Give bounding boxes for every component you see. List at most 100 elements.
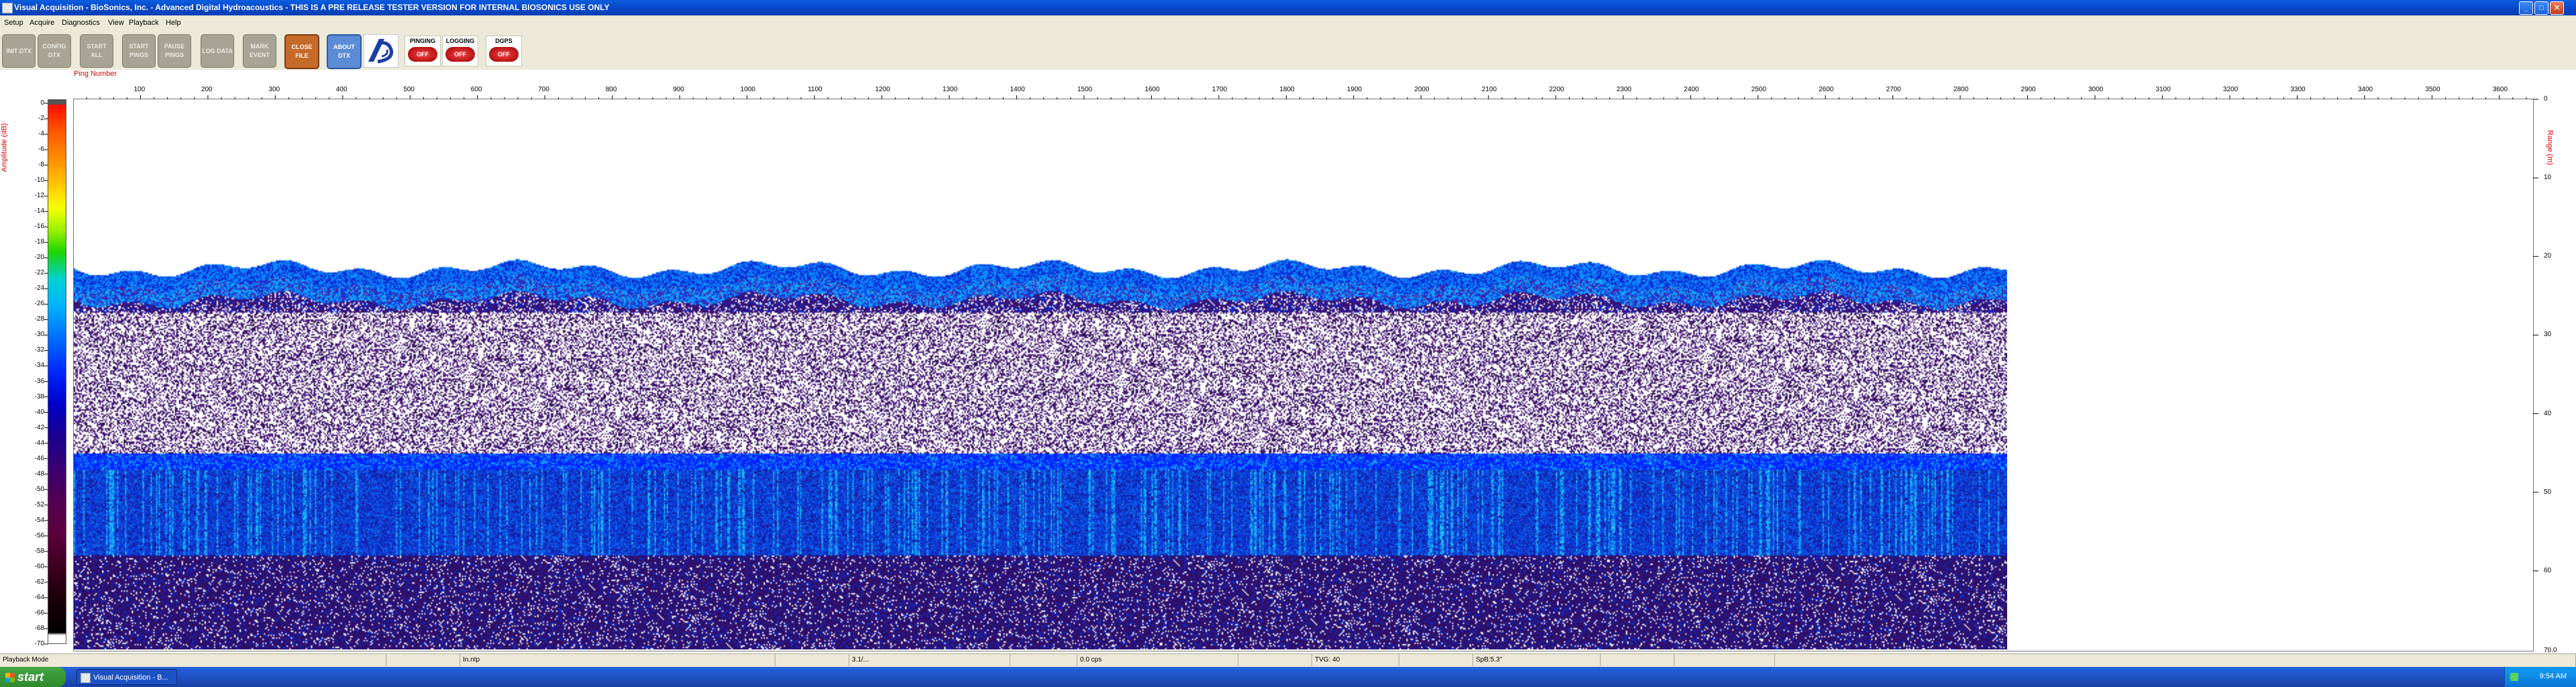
- minimize-icon: _: [2524, 4, 2528, 12]
- amplitude-tick-label: -42: [34, 423, 44, 431]
- echogram-panel: Ping Number Amplitude (dB) Range (m) 100…: [0, 70, 2576, 654]
- mark-event-button[interactable]: MARK EVENT: [243, 34, 276, 68]
- x-tick-label: 2700: [1886, 86, 1901, 93]
- x-tick-label: 1100: [808, 86, 822, 93]
- window-title: Visual Acquisition - BioSonics, Inc. - A…: [14, 3, 610, 12]
- close-button[interactable]: ✕: [2550, 1, 2564, 15]
- x-tick-label: 3100: [2155, 86, 2171, 93]
- x-tick-label: 3600: [2492, 86, 2508, 93]
- config-dtx-button[interactable]: CONFIG DTX: [38, 34, 71, 68]
- amplitude-tick-label: -14: [34, 207, 44, 215]
- x-axis-title: Ping Number: [74, 70, 117, 78]
- amplitude-tick-label: -58: [34, 547, 44, 555]
- dgps-indicator[interactable]: DGPS OFF: [486, 36, 522, 66]
- x-tick-label: 500: [403, 86, 415, 93]
- close-file-button[interactable]: CLOSE FILE: [284, 34, 319, 69]
- menu-diagnostics[interactable]: Diagnostics: [62, 19, 100, 27]
- pause-pings-button[interactable]: PAUSE PINGS: [158, 34, 191, 68]
- amplitude-tick-label: -68: [34, 624, 44, 632]
- amplitude-tick-label: -12: [34, 192, 44, 200]
- x-tick-label: 2800: [1953, 86, 1969, 93]
- echogram-canvas[interactable]: [74, 99, 2008, 649]
- colorbar-cap: [48, 99, 66, 105]
- x-tick-label: 1700: [1212, 86, 1228, 93]
- about-dtx-button[interactable]: ABOUT DTX: [327, 34, 362, 69]
- x-tick-label: 300: [268, 86, 280, 93]
- status-field: [1601, 654, 1674, 666]
- start-button[interactable]: start: [0, 667, 66, 687]
- x-tick-label: 2200: [1549, 86, 1564, 93]
- dgps-label: DGPS: [495, 38, 513, 44]
- windows-flag-icon: [5, 673, 15, 683]
- menu-help[interactable]: Help: [166, 19, 181, 27]
- status-field: [1010, 654, 1077, 666]
- x-tick-label: 2400: [1684, 86, 1699, 93]
- start-all-button[interactable]: START ALL: [80, 34, 113, 68]
- init-dtx-button[interactable]: INIT DTX: [2, 34, 36, 68]
- echogram-data[interactable]: [74, 99, 2008, 649]
- taskbar: start Visual Acquisition - B... 9:54 AM: [0, 667, 2576, 687]
- amplitude-tick-label: -40: [34, 408, 44, 416]
- range-tick-label: 10: [2544, 174, 2552, 182]
- status-field: [1238, 654, 1312, 666]
- close-icon: ✕: [2553, 4, 2561, 12]
- x-tick-label: 800: [605, 86, 617, 93]
- x-tick-label: 2900: [2021, 86, 2036, 93]
- x-tick-label: 2000: [1414, 86, 1430, 93]
- biosonics-logo-icon: [364, 34, 398, 68]
- amplitude-tick-label: -30: [34, 331, 44, 339]
- network-icon[interactable]: [2510, 673, 2518, 681]
- x-tick-label: 200: [201, 86, 213, 93]
- amplitude-tick-label: -34: [34, 362, 44, 370]
- amplitude-tick-label: -10: [34, 176, 44, 184]
- amplitude-tick-label: -20: [34, 254, 44, 262]
- x-tick-label: 2100: [1481, 86, 1497, 93]
- logging-indicator[interactable]: LOGGING OFF: [442, 36, 478, 66]
- start-label: start: [17, 670, 44, 684]
- clock: 9:54 AM: [2539, 672, 2567, 680]
- status-field: TVG: 40: [1312, 654, 1399, 666]
- taskbar-item-visual-acquisition[interactable]: Visual Acquisition - B...: [76, 669, 177, 685]
- amplitude-tick-label: -22: [34, 269, 44, 277]
- amplitude-tick-label: -50: [34, 485, 44, 493]
- amplitude-tick-label: -56: [34, 531, 44, 539]
- range-tick-label: 0: [2544, 95, 2548, 103]
- amplitude-tick-label: -64: [34, 593, 44, 601]
- menu-setup[interactable]: Setup: [4, 19, 23, 27]
- amplitude-tick-label: -4: [38, 130, 44, 138]
- amplitude-tick-label: -8: [38, 161, 44, 169]
- minimize-button[interactable]: _: [2519, 1, 2533, 15]
- x-tick-label: 700: [538, 86, 549, 93]
- x-tick-label: 1300: [943, 86, 958, 93]
- range-tick-label: 40: [2544, 409, 2552, 417]
- toolbar: INIT DTX CONFIG DTX START ALL START PING…: [0, 30, 2576, 70]
- x-tick-label: 900: [673, 86, 684, 93]
- menu-playback[interactable]: Playback: [129, 19, 159, 27]
- app-icon: [2, 3, 13, 13]
- amplitude-tick-label: -48: [34, 470, 44, 478]
- task-label: Visual Acquisition - B...: [93, 674, 168, 682]
- status-bar: Playback Mode In.ntp 3.1/... 0.0 cps TVG: 40…: [0, 653, 2576, 668]
- start-pings-button[interactable]: START PINGS: [122, 34, 156, 68]
- amplitude-tick-label: -36: [34, 377, 44, 385]
- menu-acquire[interactable]: Acquire: [30, 19, 54, 27]
- amplitude-tick-label: -24: [34, 284, 44, 293]
- pinging-state: OFF: [408, 47, 437, 62]
- log-data-button[interactable]: LOG DATA: [201, 34, 234, 68]
- status-field: Playback Mode: [0, 654, 386, 666]
- x-tick-label: 2600: [1819, 86, 1834, 93]
- status-field: 0.0 cps: [1077, 654, 1238, 666]
- x-tick-label: 1600: [1144, 86, 1160, 93]
- pinging-indicator[interactable]: PINGING OFF: [405, 36, 441, 66]
- status-field: [775, 654, 849, 666]
- menu-bar: Setup Acquire Diagnostics View Playback …: [0, 15, 2576, 30]
- maximize-button[interactable]: □: [2534, 1, 2548, 15]
- menu-view[interactable]: View: [108, 19, 124, 27]
- x-tick-label: 2300: [1616, 86, 1631, 93]
- amplitude-tick-label: -18: [34, 238, 44, 246]
- x-tick-label: 400: [335, 86, 347, 93]
- amplitude-tick-label: -28: [34, 315, 44, 323]
- logging-label: LOGGING: [445, 38, 475, 44]
- amplitude-tick-label: -54: [34, 516, 44, 524]
- status-field: [1399, 654, 1473, 666]
